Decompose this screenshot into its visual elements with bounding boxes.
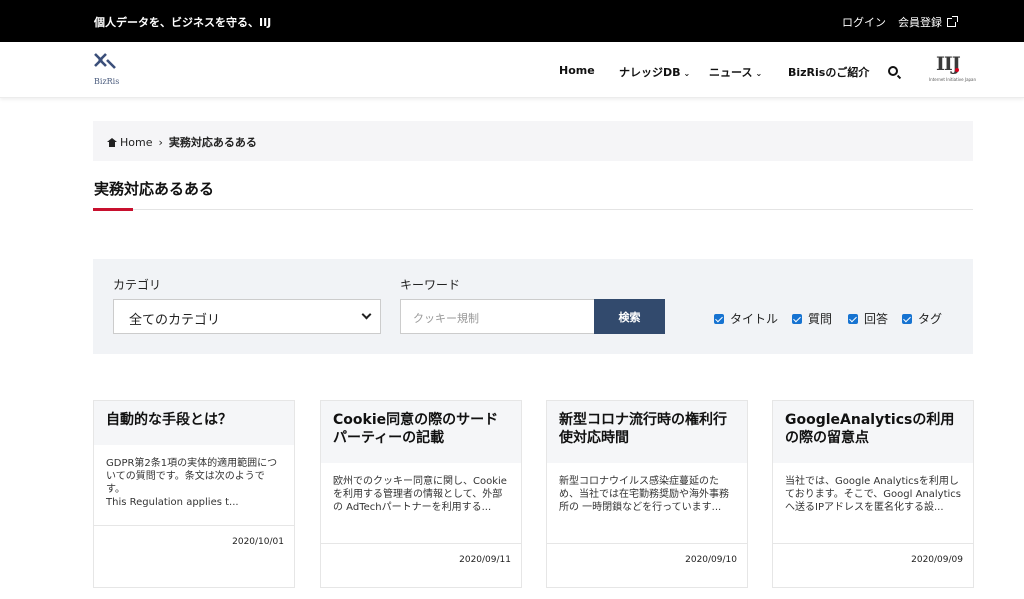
category-label: カテゴリ bbox=[113, 278, 162, 292]
search-button-label: 検索 bbox=[618, 311, 641, 324]
breadcrumb: Home › 実務対応あるある bbox=[93, 121, 973, 161]
category-select-value: 全てのカテゴリ bbox=[129, 313, 221, 328]
card-excerpt: 新型コロナウイルス感染症蔓延のため、当社では在宅勤務奨励や海外事務所の 一時閉鎖… bbox=[559, 476, 729, 513]
nav-about[interactable]: BizRisのご紹介 bbox=[788, 64, 869, 80]
article-card[interactable]: GoogleAnalyticsの利用の際の留意点 当社では、Google Ana… bbox=[772, 400, 974, 588]
chevron-down-icon bbox=[361, 309, 372, 320]
iij-logo-subtitle: Internet Initiative Japan bbox=[929, 77, 977, 82]
title-accent-bar bbox=[93, 208, 133, 211]
nav-news-label: ニュース bbox=[709, 66, 753, 79]
card-divider bbox=[94, 525, 294, 526]
card-divider bbox=[321, 543, 521, 544]
chevron-down-icon: ⌄ bbox=[683, 69, 691, 78]
top-bar: 個人データを、ビジネスを守る、IIJ ログイン 会員登録 bbox=[0, 0, 1024, 42]
nav-knowledge-db-label: ナレッジDB bbox=[619, 66, 681, 79]
checkbox-checked-icon bbox=[792, 314, 802, 324]
keyword-label: キーワード bbox=[400, 278, 461, 292]
tagline: 個人データを、ビジネスを守る、IIJ bbox=[94, 16, 272, 29]
card-divider bbox=[547, 543, 747, 544]
article-card[interactable]: 新型コロナ流行時の権利行使対応時間 新型コロナウイルス感染症蔓延のため、当社では… bbox=[546, 400, 748, 588]
logo-text: BizRis bbox=[94, 77, 120, 86]
iij-logo[interactable]: IIJ Internet Initiative Japan bbox=[928, 54, 976, 84]
card-title[interactable]: Cookie同意の際のサードパーティーの記載 bbox=[321, 401, 521, 463]
card-title[interactable]: 自動的な手段とは？ bbox=[94, 401, 294, 445]
checkbox-checked-icon bbox=[848, 314, 858, 324]
home-icon bbox=[107, 138, 117, 147]
register-link[interactable]: 会員登録 bbox=[898, 14, 958, 30]
card-excerpt: 当社では、Google Analyticsを利用しております。そこで、Googl… bbox=[785, 476, 962, 513]
checkbox-title[interactable]: タイトル bbox=[714, 310, 778, 327]
article-card[interactable]: 自動的な手段とは？ GDPR第2条1項の実体的適用範囲についての質問です。条文は… bbox=[93, 400, 295, 588]
card-title[interactable]: GoogleAnalyticsの利用の際の留意点 bbox=[773, 401, 973, 463]
checkbox-answer-label: 回答 bbox=[864, 312, 889, 326]
card-date: 2020/10/01 bbox=[232, 537, 284, 547]
checkbox-question[interactable]: 質問 bbox=[792, 310, 832, 327]
nav-home-label: Home bbox=[559, 64, 595, 77]
card-divider bbox=[773, 543, 973, 544]
breadcrumb-home[interactable]: Home bbox=[120, 136, 152, 149]
keyword-placeholder: クッキー規制 bbox=[413, 312, 479, 325]
register-label: 会員登録 bbox=[898, 16, 942, 29]
site-header: BizRis Home ナレッジDB ⌄ ニュース ⌄ BizRisのご紹介 bbox=[0, 42, 1024, 98]
nav-home[interactable]: Home bbox=[559, 64, 595, 77]
login-link[interactable]: ログイン bbox=[842, 14, 886, 30]
nav-news[interactable]: ニュース ⌄ bbox=[709, 64, 762, 80]
breadcrumb-current: 実務対応あるある bbox=[168, 136, 257, 149]
search-panel: カテゴリ キーワード 全てのカテゴリ クッキー規制 検索 タイトル 質問 回答 … bbox=[93, 259, 973, 354]
search-icon[interactable] bbox=[888, 66, 898, 76]
card-date: 2020/09/11 bbox=[459, 555, 511, 565]
checkbox-checked-icon bbox=[714, 314, 724, 324]
chevron-down-icon: ⌄ bbox=[755, 69, 763, 78]
category-select[interactable]: 全てのカテゴリ bbox=[113, 299, 381, 334]
checkbox-tag[interactable]: タグ bbox=[902, 310, 942, 327]
checkbox-tag-label: タグ bbox=[918, 312, 943, 326]
bizris-logo[interactable]: BizRis bbox=[93, 52, 129, 90]
card-date: 2020/09/10 bbox=[685, 555, 737, 565]
breadcrumb-separator: › bbox=[158, 136, 163, 149]
checkbox-question-label: 質問 bbox=[808, 312, 833, 326]
card-date: 2020/09/09 bbox=[911, 555, 963, 565]
page-title: 実務対応あるある bbox=[94, 180, 215, 198]
checkbox-title-label: タイトル bbox=[730, 312, 779, 326]
bizris-logo-mark-icon bbox=[94, 53, 116, 69]
keyword-input[interactable]: クッキー規制 bbox=[400, 299, 595, 334]
external-link-icon bbox=[947, 16, 958, 27]
card-excerpt: 欧州でのクッキー同意に関し、Cookieを利用する管理者の情報として、外部の A… bbox=[333, 476, 507, 513]
article-card[interactable]: Cookie同意の際のサードパーティーの記載 欧州でのクッキー同意に関し、Coo… bbox=[320, 400, 522, 588]
title-divider bbox=[93, 209, 973, 210]
search-button[interactable]: 検索 bbox=[594, 299, 665, 334]
nav-about-label: BizRisのご紹介 bbox=[788, 66, 870, 79]
card-title[interactable]: 新型コロナ流行時の権利行使対応時間 bbox=[547, 401, 747, 463]
checkbox-checked-icon bbox=[902, 314, 912, 324]
nav-knowledge-db[interactable]: ナレッジDB ⌄ bbox=[619, 64, 690, 80]
checkbox-answer[interactable]: 回答 bbox=[848, 310, 888, 327]
card-excerpt: GDPR第2条1項の実体的適用範囲についての質問です。条文は次のようです。 Th… bbox=[106, 458, 278, 508]
iij-logo-dot bbox=[955, 68, 959, 72]
